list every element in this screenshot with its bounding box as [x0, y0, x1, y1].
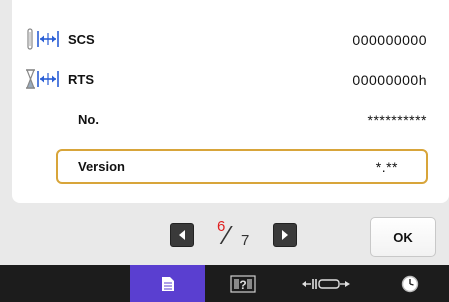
version-label: Version — [78, 159, 125, 174]
settings-page-tab[interactable] — [130, 265, 205, 302]
info-panel: SCS 000000000 RTS 00000000h No. ********… — [12, 0, 449, 203]
embroidery-area-tab[interactable] — [281, 265, 371, 302]
no-value: ********** — [367, 112, 427, 128]
rts-row: RTS 00000000h — [12, 60, 449, 100]
help-icon: ? — [230, 274, 256, 293]
version-value: *.** — [375, 159, 398, 175]
needle-stitch-width-icon — [24, 28, 64, 50]
embroidery-frame-icon — [302, 278, 350, 289]
clock-tab[interactable] — [371, 265, 449, 302]
no-row: No. ********** — [12, 100, 449, 140]
page-separator: ⁄ — [225, 220, 230, 250]
scs-value: 000000000 — [352, 32, 427, 48]
triangle-left-icon — [179, 230, 185, 240]
total-pages: 7 — [241, 232, 250, 249]
page-indicator: 6 ⁄ 7 — [205, 216, 265, 252]
no-label: No. — [78, 112, 99, 127]
triangle-right-icon — [282, 230, 288, 240]
rts-value: 00000000h — [352, 72, 427, 88]
page-icon — [161, 276, 174, 291]
ok-button[interactable]: OK — [370, 217, 436, 257]
next-page-button[interactable] — [273, 223, 297, 247]
hourglass-stitch-width-icon — [24, 68, 64, 90]
rts-label: RTS — [68, 72, 94, 87]
scs-row: SCS 000000000 — [12, 20, 449, 60]
svg-text:?: ? — [239, 278, 246, 292]
help-tab[interactable]: ? — [205, 265, 281, 302]
bottom-toolbar: ? — [0, 265, 449, 302]
scs-label: SCS — [68, 32, 95, 47]
version-row: Version *.** — [56, 149, 428, 184]
clock-icon — [401, 275, 419, 292]
previous-page-button[interactable] — [170, 223, 194, 247]
